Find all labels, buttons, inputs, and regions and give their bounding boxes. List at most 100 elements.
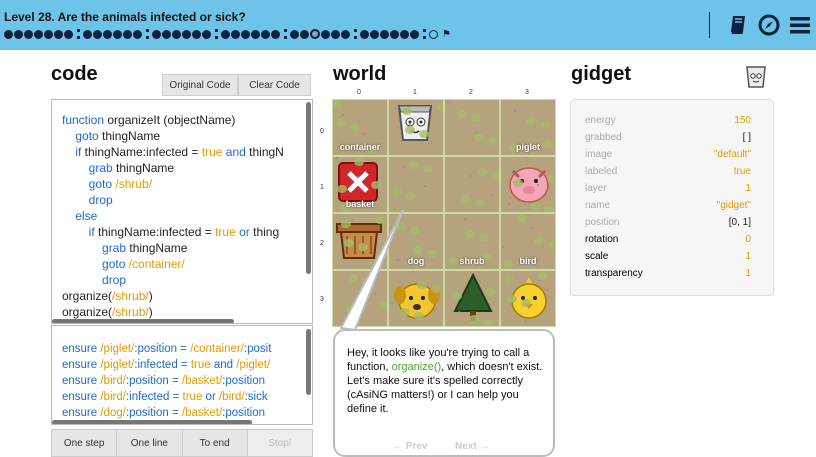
level-dot[interactable] [400,29,409,39]
next-button[interactable]: Next → [455,441,489,452]
ensure-scrollbar-horizontal[interactable] [52,420,252,424]
pebble [537,184,539,186]
level-dot[interactable] [251,29,260,39]
grid-cell[interactable] [444,99,500,156]
property-value: 1 [745,183,751,194]
compass-icon[interactable] [757,13,781,37]
ensure-token: /piglet/ [100,359,135,371]
grid-cell[interactable]: basket [332,156,388,213]
grid-cell[interactable] [388,99,444,156]
code-editor[interactable]: function organizeIt (objectName) goto th… [51,99,313,324]
level-dot[interactable] [390,29,399,39]
level-dot[interactable] [202,29,211,39]
level-dot[interactable] [261,29,270,39]
code-scrollbar-vertical[interactable] [306,102,311,274]
ensure-scrollbar-vertical[interactable] [306,329,311,395]
ensure-line[interactable]: ensure /dog/:position = /basket/:positio… [62,405,271,421]
grid-cell[interactable] [388,156,444,213]
level-dot[interactable] [241,29,250,39]
object-label: bird [519,256,537,266]
ensure-token: :position [222,407,266,419]
level-dot[interactable] [162,29,171,39]
pebble [514,110,516,112]
level-dot[interactable] [360,29,369,39]
level-dot[interactable] [34,29,43,39]
level-dot[interactable] [271,29,280,39]
level-dot[interactable] [14,29,23,39]
level-dot[interactable] [231,29,240,39]
level-dot[interactable] [113,29,122,39]
level-dot[interactable] [93,29,102,39]
property-value: [0, 1] [728,217,751,228]
speech-tail [339,210,404,332]
level-dot[interactable] [4,29,13,39]
level-dot[interactable] [331,29,340,39]
to-end-button[interactable]: To end [182,430,248,456]
ensure-line[interactable]: ensure /bird/:infected = true or /bird/:… [62,389,271,405]
property-row-layer: layer 1 [571,183,775,200]
grid-cell[interactable] [444,156,500,213]
prev-button[interactable]: ← Prev [393,441,427,452]
grid-cell[interactable] [500,156,556,213]
level-group-separator [284,29,287,39]
level-group-separator [77,29,80,39]
level-dot[interactable] [300,29,309,39]
level-dot[interactable] [370,29,379,39]
grass-patch [419,130,429,138]
one-step-button[interactable]: One step [52,430,118,456]
level-dot[interactable] [341,29,350,39]
book-icon[interactable] [727,13,751,37]
level-dot[interactable] [133,29,142,39]
grass-patch [406,192,416,200]
column-index: 3 [525,89,529,96]
grid-cell[interactable] [500,270,556,327]
grass-patch [492,172,499,180]
column-index: 2 [469,89,473,96]
code-scrollbar-horizontal[interactable] [52,319,234,323]
level-dot[interactable] [152,29,161,39]
level-dot[interactable] [429,29,438,39]
level-dot[interactable] [44,29,53,39]
menu-icon[interactable] [788,13,812,37]
level-dot[interactable] [24,29,33,39]
ensure-line[interactable]: ensure /piglet/:position = /container/:p… [62,341,271,357]
grass-patch [452,292,462,300]
level-dot[interactable] [410,29,419,39]
ensure-line[interactable]: ensure /bird/:position = /basket/:positi… [62,373,271,389]
original-code-button[interactable]: Original Code [162,74,238,96]
grid-cell[interactable]: shrub [444,213,500,270]
grid-cell[interactable]: piglet [500,99,556,156]
level-title: Level 28. Are the animals infected or si… [4,10,246,24]
ensure-line[interactable]: ensure /piglet/:infected = true and /pig… [62,357,271,373]
level-dot[interactable] [310,29,320,39]
property-name: layer [585,183,607,194]
row-index: 3 [320,296,324,303]
grass-patch [409,161,419,169]
level-dot[interactable] [172,29,181,39]
level-dot[interactable] [192,29,201,39]
level-dot[interactable] [321,29,330,39]
code-text[interactable]: function organizeIt (objectName) goto th… [62,112,284,320]
pebble [479,280,481,282]
pebble [464,218,466,220]
pebble [546,289,548,291]
grass-patch [405,126,415,134]
level-dot[interactable] [54,29,63,39]
grid-cell[interactable]: container [332,99,388,156]
one-line-button[interactable]: One line [117,430,183,456]
grass-patch [479,234,489,242]
grid-cell[interactable]: bird [500,213,556,270]
grid-cell[interactable] [444,270,500,327]
level-dot[interactable] [103,29,112,39]
pebble [491,194,493,196]
level-dot[interactable] [64,29,73,39]
level-dot[interactable] [83,29,92,39]
level-dot[interactable] [380,29,389,39]
level-dot[interactable] [221,29,230,39]
level-dot[interactable] [182,29,191,39]
clear-code-button[interactable]: Clear Code [238,74,311,96]
grass-patch [469,315,479,323]
level-dot[interactable] [123,29,132,39]
code-heading: code [51,63,98,85]
level-dot[interactable] [290,29,299,39]
